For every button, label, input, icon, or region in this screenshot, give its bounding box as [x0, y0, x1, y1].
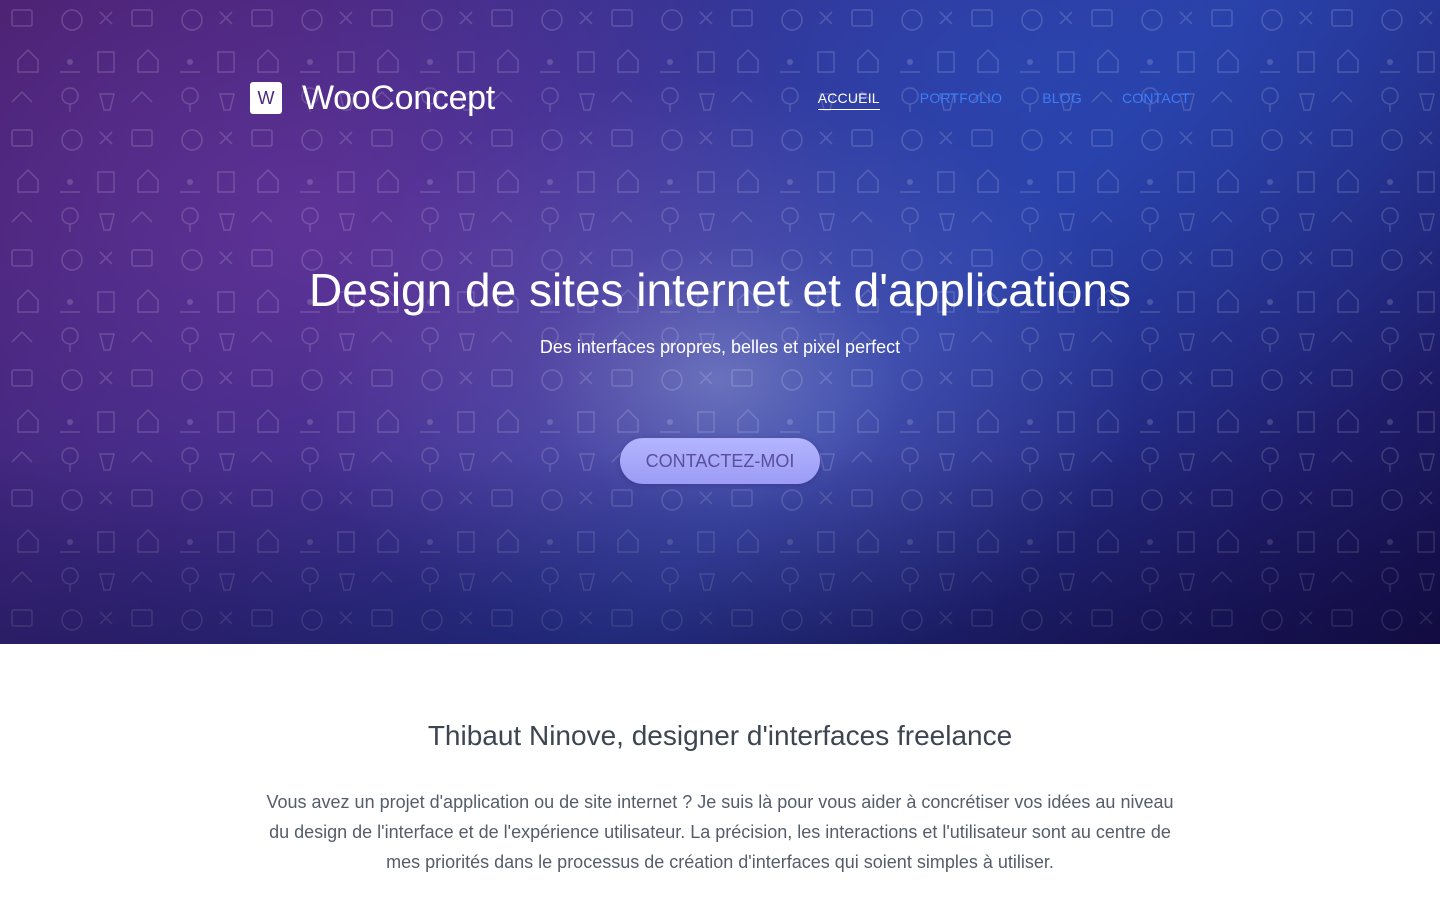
hero-section: W WooConcept ACCUEIL PORTFOLIO BLOG CONT… — [0, 0, 1440, 644]
main-nav: ACCUEIL PORTFOLIO BLOG CONTACT — [817, 90, 1190, 110]
site-logo[interactable]: W WooConcept — [250, 79, 495, 117]
nav-item-blog[interactable]: BLOG — [1042, 90, 1082, 110]
logo-w-icon: W — [250, 82, 282, 114]
hero-vignette — [0, 0, 1440, 644]
about-section: Thibaut Ninove, designer d'interfaces fr… — [0, 644, 1440, 900]
about-description: Vous avez un projet d'application ou de … — [266, 792, 1174, 872]
nav-item-contact[interactable]: CONTACT — [1122, 90, 1190, 110]
hero-title: Design de sites internet et d'applicatio… — [309, 264, 1131, 316]
hero-subtitle: Des interfaces propres, belles et pixel … — [539, 337, 901, 357]
nav-item-accueil[interactable]: ACCUEIL — [817, 90, 880, 110]
nav-item-portfolio[interactable]: PORTFOLIO — [920, 90, 1002, 110]
about-title: Thibaut Ninove, designer d'interfaces fr… — [427, 720, 1013, 751]
brand-name: WooConcept — [302, 79, 495, 117]
contact-me-button[interactable]: CONTACTEZ-MOI — [620, 438, 820, 484]
